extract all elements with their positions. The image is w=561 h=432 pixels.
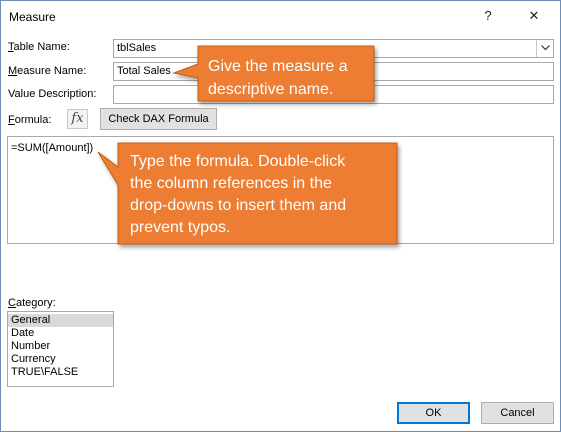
insert-function-button[interactable]: fx — [67, 109, 88, 129]
title-bar: Measure ? ✕ — [1, 1, 560, 32]
category-item-true-false[interactable]: TRUE\FALSE — [8, 366, 113, 379]
callout-line: the column references in the — [130, 175, 332, 192]
category-listbox[interactable]: General Date Number Currency TRUE\FALSE — [7, 311, 114, 387]
table-name-label: Table Name: — [8, 41, 70, 53]
measure-name-callout: Give the measure a descriptive name. — [208, 55, 348, 101]
chevron-down-icon[interactable] — [536, 40, 553, 57]
callout-line: drop-downs to insert them and — [130, 197, 347, 214]
category-item-number[interactable]: Number — [8, 340, 113, 353]
window-title: Measure — [9, 10, 56, 24]
category-label: Category: — [8, 297, 56, 309]
formula-callout: Type the formula. Double-click the colum… — [130, 151, 346, 239]
callout-line: Give the measure a — [208, 58, 348, 75]
table-name-value: tblSales — [117, 42, 157, 54]
value-description-label: Value Description: — [8, 88, 97, 100]
measure-name-label: Measure Name: — [8, 65, 87, 77]
category-item-general[interactable]: General — [8, 314, 113, 327]
callout-line: Type the formula. Double-click — [130, 153, 346, 170]
cancel-button[interactable]: Cancel — [481, 402, 554, 424]
ok-button[interactable]: OK — [397, 402, 470, 424]
formula-label: Formula: — [8, 114, 52, 126]
measure-dialog: Measure ? ✕ Table Name: tblSales Measure… — [0, 0, 561, 432]
close-button[interactable]: ✕ — [519, 5, 549, 27]
category-item-date[interactable]: Date — [8, 327, 113, 340]
category-item-currency[interactable]: Currency — [8, 353, 113, 366]
callout-line: descriptive name. — [208, 81, 334, 98]
help-button[interactable]: ? — [473, 5, 503, 27]
check-dax-formula-button[interactable]: Check DAX Formula — [100, 108, 217, 130]
callout-line: prevent typos. — [130, 219, 231, 236]
